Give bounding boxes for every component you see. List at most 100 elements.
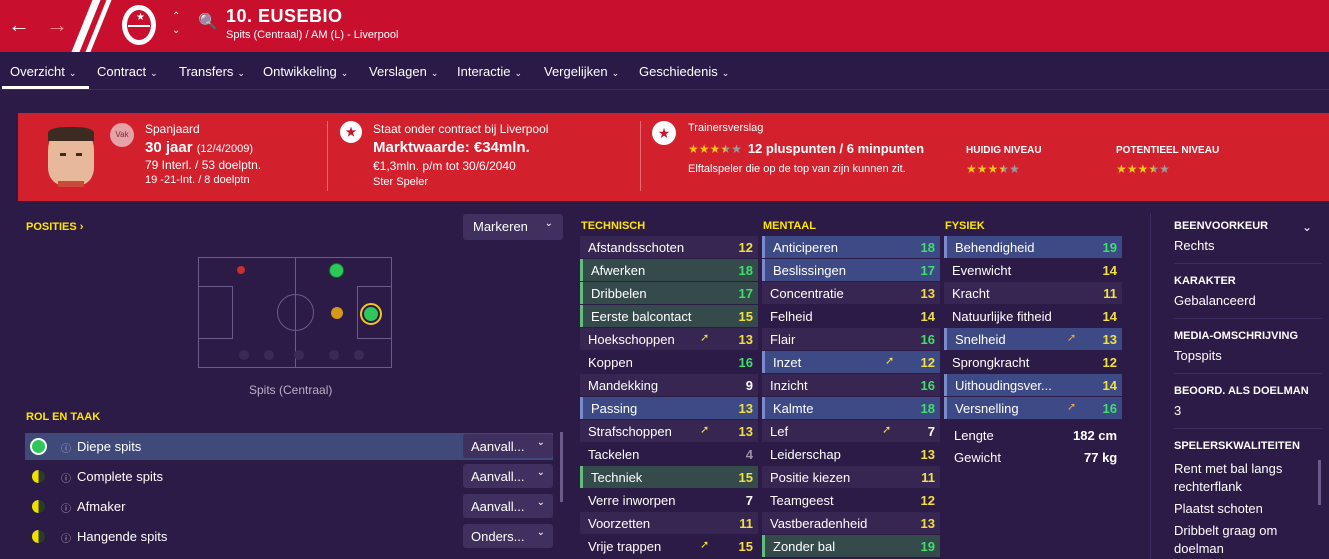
markeren-dropdown[interactable]: Markeren ⌄ (463, 214, 563, 240)
market-value: Marktwaarde: €34mln. (373, 139, 530, 156)
attribute-name: Concentratie (770, 286, 844, 301)
attribute-name: Dribbelen (591, 286, 647, 301)
attribute-row[interactable]: Snelheid 13 ➚ (944, 328, 1122, 350)
attribute-row[interactable]: Afwerken 18 (580, 259, 758, 281)
attribute-row[interactable]: Strafschoppen 13 ➚ (580, 420, 758, 442)
attribute-name: Kracht (952, 286, 990, 301)
info-scrollbar[interactable] (1318, 460, 1321, 505)
attribute-row[interactable]: Vastberadenheid 13 (762, 512, 940, 534)
attribute-name: Eerste balcontact (591, 309, 692, 324)
attribute-name: Inzet (773, 355, 802, 370)
info-divider (1150, 213, 1151, 559)
role-row[interactable]: ⓘ Afmaker Aanvall... ⌄ (25, 493, 553, 520)
attribute-row[interactable]: Afstandsschoten 12 (580, 236, 758, 258)
duty-dropdown[interactable]: Onders... ⌄ (463, 524, 553, 548)
attribute-row[interactable]: Natuurlijke fitheid 14 (944, 305, 1122, 327)
attribute-name: Afwerken (591, 263, 646, 278)
menu-verslagen[interactable]: Verslagen ⌄ (369, 64, 438, 79)
attribute-row[interactable]: Behendigheid 19 (944, 236, 1122, 258)
pitch-label: Spits (Centraal) (249, 383, 333, 397)
attribute-row[interactable]: Evenwicht 14 (944, 259, 1122, 281)
attribute-name: Natuurlijke fitheid (952, 309, 1052, 324)
player-subtitle: Spits (Centraal) / AM (L) - Liverpool (226, 29, 399, 41)
trait-item: Rent met bal langs (1174, 461, 1283, 476)
attribute-row[interactable]: Tackelen 4 (580, 443, 758, 465)
attribute-row[interactable]: Kracht 11 (944, 282, 1122, 304)
attribute-name: Leiderschap (770, 447, 841, 462)
positions-title[interactable]: POSITIES › (26, 221, 83, 233)
star-icon: ★ (1009, 162, 1020, 176)
attribute-row[interactable]: Beslissingen 17 (762, 259, 940, 281)
info-icon[interactable]: ⓘ (61, 530, 71, 545)
attribute-row[interactable]: Passing 13 (580, 397, 758, 419)
search-icon[interactable]: 🔍 (198, 12, 218, 32)
attribute-row[interactable]: Leiderschap 13 (762, 443, 940, 465)
position-dot (294, 350, 304, 360)
info-icon[interactable]: ⓘ (61, 440, 71, 455)
attribute-value: 13 (738, 332, 753, 347)
attribute-row[interactable]: Hoekschoppen 13 ➚ (580, 328, 758, 350)
divider (640, 121, 641, 191)
chevron-down-icon[interactable]: ⌄ (1302, 220, 1312, 234)
contract-title[interactable]: Staat onder contract bij Liverpool (373, 122, 548, 136)
attribute-name: Versnelling (955, 401, 1019, 416)
attribute-name: Felheid (770, 309, 813, 324)
attribute-row[interactable]: Teamgeest 12 (762, 489, 940, 511)
duty-dropdown[interactable]: Aanvall... ⌄ (463, 434, 553, 458)
attribute-row[interactable]: Felheid 14 (762, 305, 940, 327)
info-icon[interactable]: ⓘ (61, 500, 71, 515)
menu-interactie[interactable]: Interactie ⌄ (457, 64, 522, 79)
attribute-name: Flair (770, 332, 796, 347)
attribute-name: Snelheid (955, 332, 1006, 347)
info-icon[interactable]: ⓘ (61, 470, 71, 485)
attribute-row[interactable]: Flair 16 (762, 328, 940, 350)
attribute-row[interactable]: Dribbelen 17 (580, 282, 758, 304)
attribute-row[interactable]: Lef 7 ➚ (762, 420, 940, 442)
role-suitability-icon (30, 528, 47, 545)
divider (1174, 428, 1322, 429)
attribute-row[interactable]: Anticiperen 18 (762, 236, 940, 258)
attribute-row[interactable]: Techniek 15 (580, 466, 758, 488)
attribute-row[interactable]: Inzet 12 ➚ (762, 351, 940, 373)
attribute-row[interactable]: Verre inworpen 7 (580, 489, 758, 511)
attribute-row[interactable]: Uithoudingsver... 14 (944, 374, 1122, 396)
attribute-row[interactable]: Mandekking 9 (580, 374, 758, 396)
attribute-row[interactable]: Koppen 16 (580, 351, 758, 373)
menu-vergelijken[interactable]: Vergelijken ⌄ (544, 64, 619, 79)
attribute-row[interactable]: Sprongkracht 12 (944, 351, 1122, 373)
forward-arrow-icon[interactable]: → (46, 12, 68, 38)
menu-overzicht[interactable]: Overzicht ⌄ (10, 64, 76, 79)
attribute-row[interactable]: Kalmte 18 (762, 397, 940, 419)
attribute-value: 14 (920, 309, 935, 324)
current-level-stars: ★★★★★ (966, 162, 1042, 176)
role-row[interactable]: ⓘ Hangende spits Onders... ⌄ (25, 523, 553, 550)
report-stars: ★★★★★ 12 pluspunten / 6 minpunten (688, 141, 924, 156)
attribute-value: 12 (1102, 355, 1117, 370)
back-arrow-icon[interactable]: ← (8, 12, 30, 38)
menu-contract[interactable]: Contract ⌄ (97, 64, 158, 79)
menu-ontwikkeling[interactable]: Ontwikkeling ⌄ (263, 64, 348, 79)
star-icon: ★ (987, 162, 999, 176)
attribute-row[interactable]: Zonder bal 19 (762, 535, 940, 557)
trend-arrow-icon: ➚ (1067, 401, 1077, 413)
menu-transfers[interactable]: Transfers ⌄ (179, 64, 245, 79)
position-dot-good (329, 263, 344, 278)
attribute-row[interactable]: Inzicht 16 (762, 374, 940, 396)
duty-dropdown[interactable]: Aanvall... ⌄ (463, 494, 553, 518)
star-icon: ★ (652, 121, 676, 145)
up-down-icon[interactable]: ⌃ ⌄ (172, 10, 180, 38)
menu-geschiedenis[interactable]: Geschiedenis ⌄ (639, 64, 729, 79)
star-icon: ★ (698, 142, 710, 156)
trend-arrow-icon: ➚ (700, 424, 710, 436)
role-row[interactable]: ⓘ Complete spits Aanvall... ⌄ (25, 463, 553, 490)
attribute-row[interactable]: Versnelling 16 ➚ (944, 397, 1122, 419)
role-row[interactable]: ⓘ Diepe spits Aanvall... ⌄ (25, 433, 553, 460)
attribute-row[interactable]: Positie kiezen 11 (762, 466, 940, 488)
duty-dropdown[interactable]: Aanvall... ⌄ (463, 464, 553, 488)
attribute-row[interactable]: Voorzetten 11 (580, 512, 758, 534)
club-badge[interactable]: ★ (122, 5, 156, 45)
attribute-row[interactable]: Eerste balcontact 15 (580, 305, 758, 327)
attribute-row[interactable]: Vrije trappen 15 ➚ (580, 535, 758, 557)
attribute-row[interactable]: Concentratie 13 (762, 282, 940, 304)
roles-scrollbar[interactable] (560, 432, 563, 502)
